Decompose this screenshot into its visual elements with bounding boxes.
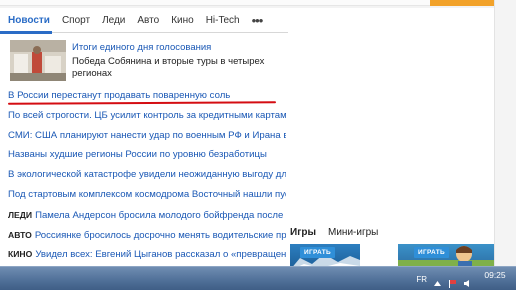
- tab-mini-games[interactable]: Мини-игры: [328, 227, 378, 238]
- news-item-text[interactable]: СМИ: США планируют нанести удар по военн…: [8, 130, 286, 141]
- play-button[interactable]: ИГРАТЬ: [300, 247, 335, 258]
- tab-games[interactable]: Игры: [290, 227, 316, 238]
- news-category-tag: ЛЕДИ: [8, 209, 33, 220]
- news-tabs: Новости Спорт Леди Авто Кино Hi-Tech •••: [0, 10, 288, 32]
- search-input-edge[interactable]: [0, 0, 430, 6]
- news-item[interactable]: Названы худшие регионы России по уровню …: [8, 147, 286, 167]
- tab-cinema[interactable]: Кино: [165, 11, 200, 31]
- play-button[interactable]: ИГРАТЬ: [414, 247, 449, 258]
- news-item-text[interactable]: Названы худшие регионы России по уровню …: [8, 149, 267, 160]
- news-item-text[interactable]: В экологической катастрофе увидели неожи…: [8, 169, 286, 180]
- news-item-text[interactable]: Россиянке бросилось досрочно менять води…: [35, 230, 286, 241]
- news-item[interactable]: СМИ: США планируют нанести удар по военн…: [8, 128, 286, 148]
- speaker-icon[interactable]: [463, 275, 472, 287]
- news-item[interactable]: АВТО Россиянке бросилось досрочно менять …: [8, 227, 286, 247]
- more-tabs-icon[interactable]: •••: [246, 13, 269, 29]
- news-category-tag: КИНО: [8, 249, 33, 260]
- feature-headline-link[interactable]: Итоги единого дня голосования: [72, 42, 211, 53]
- flag-icon[interactable]: [448, 275, 457, 288]
- tab-hitech[interactable]: Hi-Tech: [200, 11, 246, 31]
- active-tab-indicator: [0, 31, 52, 34]
- feature-thumbnail[interactable]: [10, 40, 66, 81]
- news-item-text[interactable]: Памела Андерсон бросила молодого бойфрен…: [35, 210, 286, 221]
- news-item[interactable]: ЛЕДИ Памела Андерсон бросила молодого бой…: [8, 207, 286, 227]
- tab-news[interactable]: Новости: [0, 11, 56, 31]
- news-item[interactable]: Под стартовым комплексом космодрома Вост…: [8, 187, 286, 207]
- search-button-edge[interactable]: [430, 0, 494, 6]
- clock-time: 09:25: [484, 269, 506, 280]
- clock[interactable]: 09:25: [478, 269, 512, 288]
- news-item[interactable]: В экологической катастрофе увидели неожи…: [8, 167, 286, 187]
- clock-date-blurred: [478, 280, 512, 288]
- news-item[interactable]: КИНО Увидел всех: Евгений Цыганов рассказ…: [8, 246, 286, 266]
- news-category-tag: АВТО: [8, 229, 32, 240]
- tab-sport[interactable]: Спорт: [56, 11, 96, 31]
- news-item[interactable]: По всей строгости. ЦБ усилит контроль за…: [8, 108, 286, 128]
- page-margin: [494, 0, 516, 266]
- games-header: Игры Мини-игры: [290, 227, 378, 238]
- tab-lady[interactable]: Леди: [96, 11, 131, 31]
- language-indicator[interactable]: FR: [416, 275, 427, 284]
- arrow-up-icon[interactable]: [433, 275, 442, 286]
- news-item-text[interactable]: Увидел всех: Евгений Цыганов рассказал о…: [35, 249, 286, 260]
- news-item[interactable]: В России перестанут продавать поваренную…: [8, 88, 286, 108]
- tab-auto[interactable]: Авто: [131, 11, 165, 31]
- system-tray: FR 09:25: [416, 267, 516, 290]
- news-item-text[interactable]: В России перестанут продавать поваренную…: [8, 90, 230, 101]
- feature-subtitle: Победа Собянина и вторые туры в четырех …: [72, 56, 265, 79]
- news-item-text[interactable]: По всей строгости. ЦБ усилит контроль за…: [8, 110, 286, 121]
- news-item-text[interactable]: Под стартовым комплексом космодрома Вост…: [8, 189, 286, 200]
- taskbar: FR 09:25: [0, 266, 516, 290]
- news-list: В России перестанут продавать поваренную…: [8, 88, 286, 266]
